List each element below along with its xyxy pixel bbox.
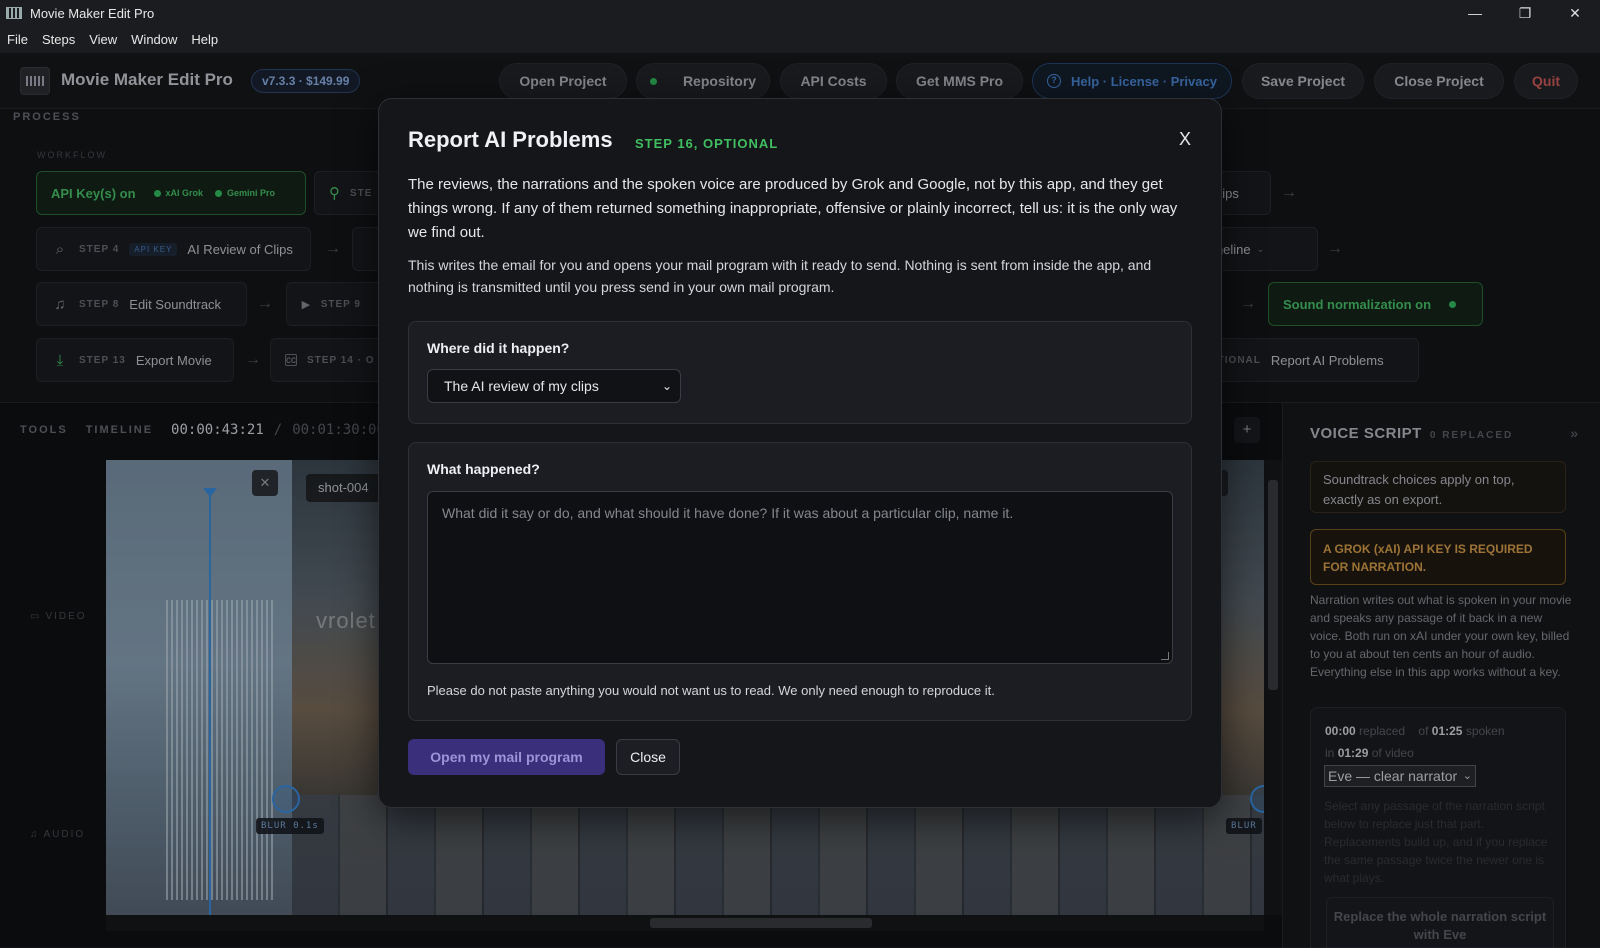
menu-view[interactable]: View — [89, 32, 117, 47]
where-label: Where did it happen? — [427, 340, 570, 356]
menu-bar: File Steps View Window Help — [0, 26, 1600, 53]
menu-help[interactable]: Help — [191, 32, 218, 47]
restore-button[interactable]: ❐ — [1500, 0, 1550, 26]
where-select-value: The AI review of my clips — [444, 378, 599, 394]
window-title: Movie Maker Edit Pro — [30, 5, 155, 21]
what-happened-textarea[interactable]: What did it say or do, and what should i… — [427, 491, 1173, 664]
where-card: Where did it happen? The AI review of my… — [408, 321, 1192, 424]
what-happened-placeholder: What did it say or do, and what should i… — [442, 505, 1014, 521]
privacy-note: Please do not paste anything you would n… — [427, 683, 995, 698]
close-window-button[interactable]: ✕ — [1550, 0, 1600, 26]
where-select[interactable]: The AI review of my clips ⌄ — [427, 369, 681, 403]
what-card: What happened? What did it say or do, an… — [408, 442, 1192, 721]
title-bar: Movie Maker Edit Pro — [0, 0, 1600, 26]
dialog-close-button[interactable]: Close — [616, 739, 680, 775]
chevron-down-icon: ⌄ — [661, 379, 672, 393]
dialog-close-x-button[interactable]: X — [1179, 129, 1191, 150]
dialog-info-text: This writes the email for you and opens … — [408, 257, 1152, 295]
app-icon — [6, 7, 22, 19]
minimize-button[interactable]: — — [1450, 0, 1500, 26]
menu-window[interactable]: Window — [131, 32, 177, 47]
dialog-intro-text: The reviews, the narrations and the spok… — [408, 176, 1178, 241]
dialog-step-badge: STEP 16, OPTIONAL — [635, 136, 779, 151]
menu-steps[interactable]: Steps — [42, 32, 75, 47]
report-ai-problems-dialog: Report AI Problems STEP 16, OPTIONAL X T… — [378, 98, 1222, 808]
menu-file[interactable]: File — [7, 32, 28, 47]
open-mail-program-button[interactable]: Open my mail program — [408, 739, 605, 775]
resize-grip-icon[interactable] — [1161, 652, 1169, 660]
what-label: What happened? — [427, 461, 540, 477]
dialog-title: Report AI Problems — [408, 127, 613, 152]
